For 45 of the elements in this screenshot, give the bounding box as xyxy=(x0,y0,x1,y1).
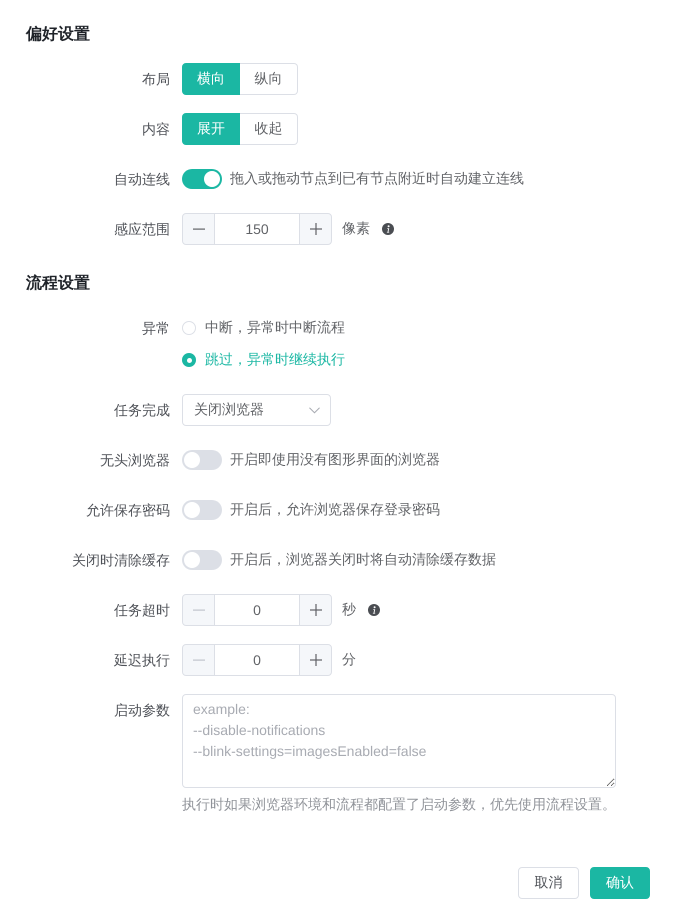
info-icon[interactable] xyxy=(382,223,394,235)
field-label: 无头浏览器 xyxy=(99,451,170,470)
increment-button[interactable] xyxy=(299,644,332,676)
switch-description: 开启即使用没有图形界面的浏览器 xyxy=(230,451,440,469)
unit-label: 分 xyxy=(342,651,356,669)
toggle-switch[interactable] xyxy=(182,169,222,189)
text-area-field[interactable]: example: --disable-notifications --blink-settings=imagesEnabled=false xyxy=(182,694,616,788)
help-text: 执行时如果浏览器环境和流程都配置了启动参数，优先使用流程设置。 xyxy=(182,795,616,814)
chevron-down-icon xyxy=(309,406,320,414)
plus-icon xyxy=(310,604,322,616)
plus-icon xyxy=(310,223,322,235)
radio-label[interactable]: 中断，异常时中断流程 xyxy=(205,319,345,337)
field-label: 内容 xyxy=(141,120,170,139)
switch-description: 开启后，允许浏览器保存登录密码 xyxy=(230,501,440,519)
field-label: 启动参数 xyxy=(113,701,170,720)
field-label: 任务完成 xyxy=(113,401,170,420)
section-title: 流程设置 xyxy=(26,273,91,294)
field-label: 异常 xyxy=(141,319,170,338)
field-label: 感应范围 xyxy=(113,220,170,239)
field-label: 允许保存密码 xyxy=(85,501,170,520)
segment-button[interactable]: 收起 xyxy=(240,113,298,145)
section-title: 偏好设置 xyxy=(26,24,91,45)
switch-description: 开启后，浏览器关闭时将自动清除缓存数据 xyxy=(230,551,496,569)
field-label: 延迟执行 xyxy=(113,651,170,670)
dropdown-select[interactable]: 关闭浏览器 xyxy=(182,394,331,426)
number-field[interactable]: 0 xyxy=(215,594,299,626)
number-field[interactable]: 0 xyxy=(215,644,299,676)
info-icon[interactable] xyxy=(368,604,380,616)
toggle-switch[interactable] xyxy=(182,550,222,570)
unit-label: 秒 xyxy=(342,601,356,619)
cancel-button[interactable]: 取消 xyxy=(518,867,579,899)
radio-button[interactable] xyxy=(182,353,196,367)
toggle-switch[interactable] xyxy=(182,450,222,470)
increment-button[interactable] xyxy=(299,213,332,245)
segment-button[interactable]: 纵向 xyxy=(240,63,298,95)
toggle-switch[interactable] xyxy=(182,500,222,520)
field-label: 关闭时清除缓存 xyxy=(71,551,170,570)
plus-icon xyxy=(310,654,322,666)
field-label: 布局 xyxy=(141,70,170,89)
switch-description: 拖入或拖动节点到已有节点附近时自动建立连线 xyxy=(230,170,524,188)
unit-label: 像素 xyxy=(342,220,370,238)
field-label: 自动连线 xyxy=(113,170,170,189)
field-label: 任务超时 xyxy=(113,601,170,620)
number-field[interactable]: 150 xyxy=(215,213,299,245)
increment-button[interactable] xyxy=(299,594,332,626)
